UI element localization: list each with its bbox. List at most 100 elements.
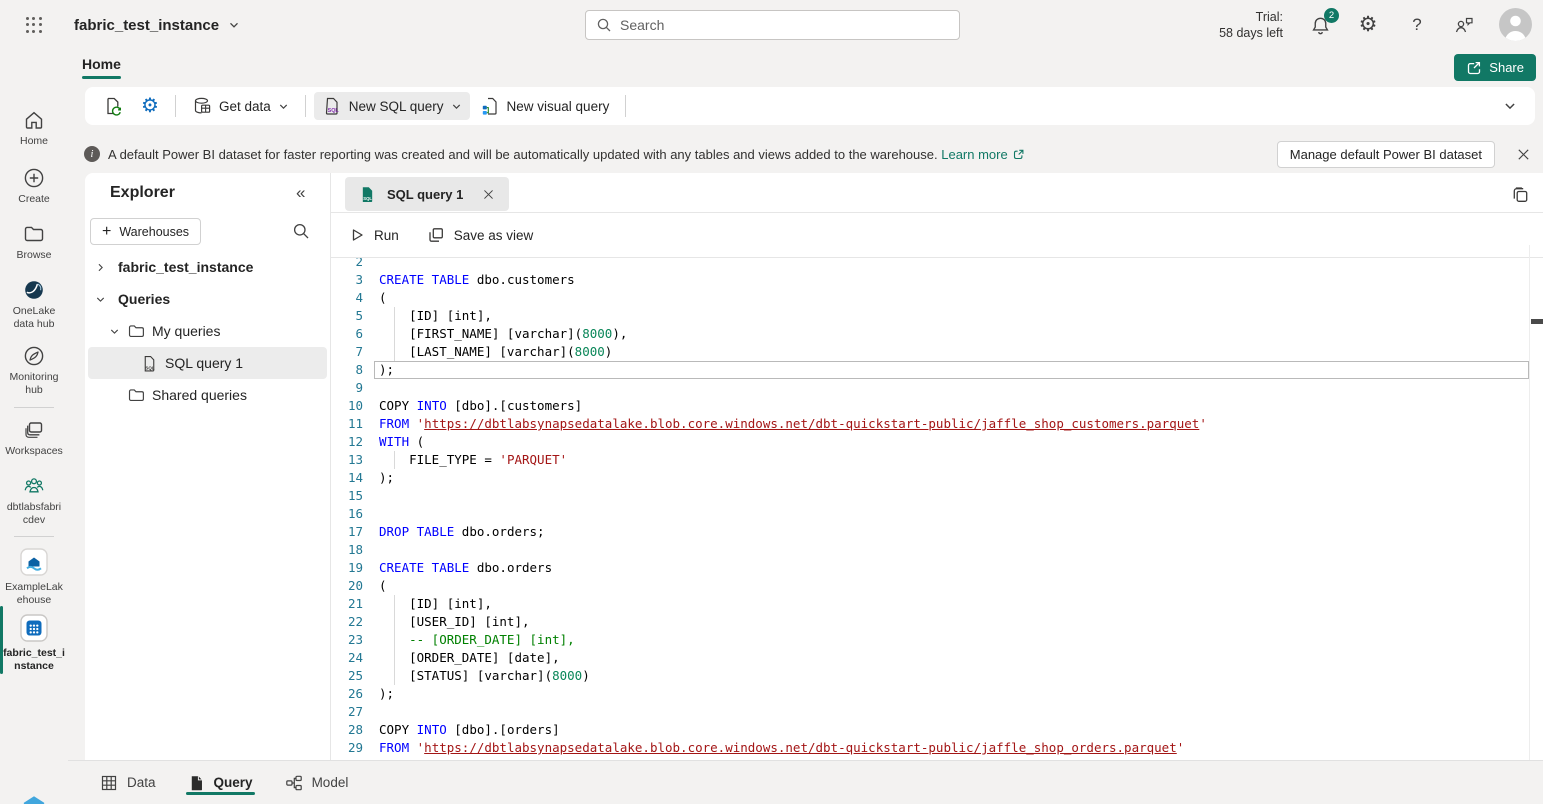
code-line[interactable]: 17DROP TABLE dbo.orders;	[331, 523, 1543, 541]
onelake-data-hub-icon	[22, 278, 46, 302]
external-link-icon	[1012, 148, 1025, 161]
save-as-view-button[interactable]: Save as view	[427, 226, 534, 244]
code-line[interactable]: 26);	[331, 685, 1543, 703]
indent-guide	[394, 631, 395, 649]
code-line[interactable]: 8);	[331, 361, 1543, 379]
search-input[interactable]	[620, 17, 949, 33]
tree-item-my-queries[interactable]: My queries	[85, 315, 330, 347]
warehouse-settings-button[interactable]: ⚙	[133, 92, 167, 120]
nav-fabric-test-instance[interactable]: fabric_test_i nstance	[0, 612, 68, 673]
help-button[interactable]: ?	[1405, 13, 1429, 37]
get-data-button[interactable]: Get data	[184, 92, 297, 120]
code-line[interactable]: 14);	[331, 469, 1543, 487]
manage-default-dataset-button[interactable]: Manage default Power BI dataset	[1277, 141, 1495, 168]
line-number: 15	[331, 487, 363, 505]
code-line[interactable]: 19CREATE TABLE dbo.orders	[331, 559, 1543, 577]
line-number: 24	[331, 649, 363, 667]
share-button[interactable]: Share	[1454, 54, 1536, 81]
code-line[interactable]: 15	[331, 487, 1543, 505]
banner-close-button[interactable]	[1511, 142, 1535, 166]
code-line[interactable]: 16	[331, 505, 1543, 523]
info-icon: i	[84, 146, 100, 162]
query-document-icon	[188, 774, 205, 792]
tree-item-warehouse[interactable]: fabric_test_instance	[85, 251, 330, 283]
nav-home[interactable]: Home	[0, 108, 68, 148]
grid-icon	[100, 774, 118, 792]
account-avatar[interactable]	[1499, 8, 1532, 41]
tab-close-icon[interactable]	[482, 188, 495, 201]
new-warehouse-button[interactable]: + Warehouses	[90, 218, 201, 245]
code-line[interactable]: 23 -- [ORDER_DATE] [int],	[331, 631, 1543, 649]
view-tab-query[interactable]: Query	[188, 761, 253, 804]
line-number: 28	[331, 721, 363, 739]
global-search[interactable]	[585, 10, 960, 40]
explorer-search-button[interactable]	[292, 222, 310, 240]
left-nav-rail: Home Create Browse OneLake data hub Moni…	[0, 50, 68, 804]
query-tab[interactable]: SQL SQL query 1	[345, 177, 509, 211]
line-number: 7	[331, 343, 363, 361]
copy-button[interactable]	[1510, 185, 1530, 205]
ribbon-collapse-chevron[interactable]	[1503, 99, 1525, 113]
sql-code-editor[interactable]: 23CREATE TABLE dbo.customers4(5 [ID] [in…	[331, 258, 1543, 760]
new-visual-query-button[interactable]: New visual query	[472, 92, 618, 120]
code-line[interactable]: 25 [STATUS] [varchar](8000)	[331, 667, 1543, 685]
svg-text:SQL: SQL	[327, 108, 339, 114]
code-line[interactable]: 28COPY INTO [dbo].[orders]	[331, 721, 1543, 739]
nav-workspaces[interactable]: Workspaces	[0, 418, 68, 458]
code-line[interactable]: 13 FILE_TYPE = 'PARQUET'	[331, 451, 1543, 469]
notifications-button[interactable]: 2	[1308, 13, 1332, 37]
tree-item-queries[interactable]: Queries	[85, 283, 330, 315]
nav-example-lakehouse[interactable]: ExampleLak ehouse	[0, 546, 68, 607]
learn-more-link[interactable]: Learn more	[941, 147, 1024, 162]
indent-guide	[394, 649, 395, 667]
code-line[interactable]: 24 [ORDER_DATE] [date],	[331, 649, 1543, 667]
explorer-title: Explorer	[110, 184, 175, 202]
tree-item-sql-query-1[interactable]: SQL SQL query 1	[88, 347, 327, 379]
nav-workspace-dbtlabsfabricdev[interactable]: dbtlabsfabri cdev	[0, 474, 68, 527]
code-line[interactable]: 12WITH (	[331, 433, 1543, 451]
view-tab-data[interactable]: Data	[100, 761, 156, 804]
code-line[interactable]: 2	[331, 258, 1543, 271]
nav-data-warehouse[interactable]: Data Warehouse	[0, 794, 68, 804]
code-line[interactable]: 29FROM 'https://dbtlabsynapsedatalake.bl…	[331, 739, 1543, 757]
line-number: 4	[331, 289, 363, 307]
workspace-name: fabric_test_instance	[74, 17, 219, 34]
chevron-down-icon	[109, 326, 120, 337]
nav-monitoring-hub[interactable]: Monitoring hub	[0, 344, 68, 397]
chevron-down-icon	[451, 101, 462, 112]
editor-scrollbar-mark[interactable]	[1531, 319, 1543, 324]
code-line[interactable]: 22 [USER_ID] [int],	[331, 613, 1543, 631]
line-number: 19	[331, 559, 363, 577]
fabric-app-window: fabric_test_instance Trial: 58 days left…	[0, 0, 1543, 804]
settings-button[interactable]: ⚙	[1356, 13, 1380, 37]
feedback-button[interactable]	[1452, 13, 1476, 37]
code-line[interactable]: 11FROM 'https://dbtlabsynapsedatalake.bl…	[331, 415, 1543, 433]
run-button[interactable]: Run	[349, 227, 399, 243]
tree-item-shared-queries[interactable]: Shared queries	[85, 379, 330, 411]
code-line[interactable]: 10COPY INTO [dbo].[customers]	[331, 397, 1543, 415]
code-line[interactable]: 7 [LAST_NAME] [varchar](8000)	[331, 343, 1543, 361]
nav-create[interactable]: Create	[0, 166, 68, 206]
code-line[interactable]: 4(	[331, 289, 1543, 307]
view-tab-model[interactable]: Model	[285, 761, 349, 804]
nav-onelake-data-hub[interactable]: OneLake data hub	[0, 278, 68, 331]
nav-browse[interactable]: Browse	[0, 222, 68, 262]
code-line[interactable]: 6 [FIRST_NAME] [varchar](8000),	[331, 325, 1543, 343]
code-line[interactable]: 5 [ID] [int],	[331, 307, 1543, 325]
code-line[interactable]: 21 [ID] [int],	[331, 595, 1543, 613]
code-line[interactable]: 20(	[331, 577, 1543, 595]
explorer-tree: fabric_test_instance Queries My queries …	[85, 251, 330, 411]
new-sql-query-button[interactable]: SQL New SQL query	[314, 92, 470, 120]
refresh-button[interactable]	[95, 92, 131, 120]
chevron-down-icon	[95, 294, 106, 305]
app-launcher-icon[interactable]	[24, 15, 44, 35]
code-line[interactable]: 27	[331, 703, 1543, 721]
explorer-collapse-icon[interactable]: «	[296, 183, 305, 203]
workspace-selector[interactable]: fabric_test_instance	[74, 12, 240, 38]
line-number: 2	[331, 258, 363, 271]
code-line[interactable]: 3CREATE TABLE dbo.customers	[331, 271, 1543, 289]
ribbon-tab-home[interactable]: Home	[82, 56, 121, 72]
code-line[interactable]: 9	[331, 379, 1543, 397]
folder-icon	[127, 322, 145, 340]
code-line[interactable]: 18	[331, 541, 1543, 559]
